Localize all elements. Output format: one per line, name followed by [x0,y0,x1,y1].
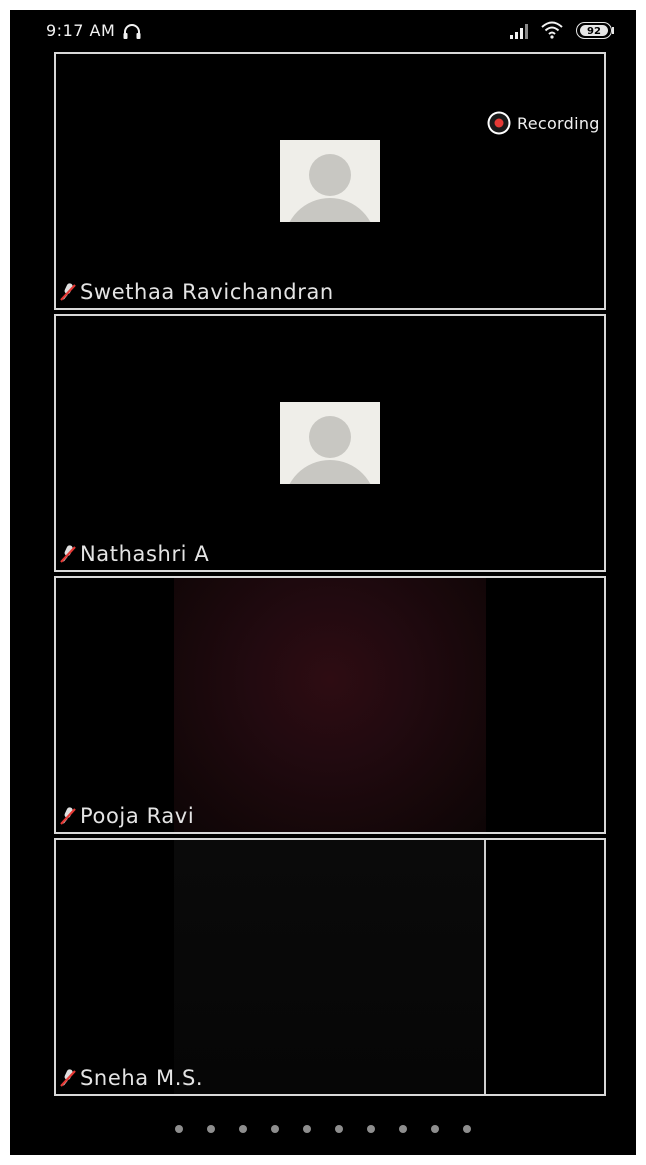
video-feed-edge [484,840,486,1094]
video-feed [174,578,486,832]
record-icon [487,111,511,135]
page-dot[interactable] [271,1125,279,1133]
signal-icon [510,24,528,39]
participant-label: Nathashri A [60,540,209,568]
page-dot[interactable] [399,1125,407,1133]
participant-name: Swethaa Ravichandran [80,280,334,304]
meeting-screen: 9:17 AM 92 Swethaa Ravichandran Recordin… [10,10,636,1155]
headset-icon [123,24,141,39]
video-feed [174,840,484,1094]
wifi-icon [541,21,563,39]
participant-name: Nathashri A [80,542,210,566]
page-dot[interactable] [303,1125,311,1133]
battery-icon: 92 [576,22,612,39]
participant-label: Sneha M.S. [60,1064,203,1092]
mic-muted-icon [60,283,76,301]
page-dot[interactable] [431,1125,439,1133]
recording-label: Recording [517,113,600,133]
participant-label: Pooja Ravi [60,802,194,830]
mic-muted-icon [60,1069,76,1087]
participant-tile[interactable]: Swethaa Ravichandran [54,52,606,310]
participant-tile[interactable]: Sneha M.S. [54,838,606,1096]
page-dot[interactable] [239,1125,247,1133]
page-dot[interactable] [175,1125,183,1133]
mic-muted-icon [60,807,76,825]
page-indicator[interactable] [10,1125,636,1135]
page-dot[interactable] [463,1125,471,1133]
battery-tip [612,27,614,34]
page-dot[interactable] [207,1125,215,1133]
avatar [280,402,380,484]
page-dot[interactable] [367,1125,375,1133]
battery-level: 92 [587,26,601,37]
participant-name: Pooja Ravi [80,804,195,828]
avatar [280,140,380,222]
mic-muted-icon [60,545,76,563]
status-time: 9:17 AM [46,21,116,40]
participant-label: Swethaa Ravichandran [60,278,334,306]
recording-indicator: Recording [486,110,600,136]
page-dot[interactable] [335,1125,343,1133]
status-bar: 9:17 AM 92 [10,10,636,52]
participant-tile[interactable]: Pooja Ravi [54,576,606,834]
participant-name: Sneha M.S. [80,1066,204,1090]
participant-tile[interactable]: Nathashri A [54,314,606,572]
